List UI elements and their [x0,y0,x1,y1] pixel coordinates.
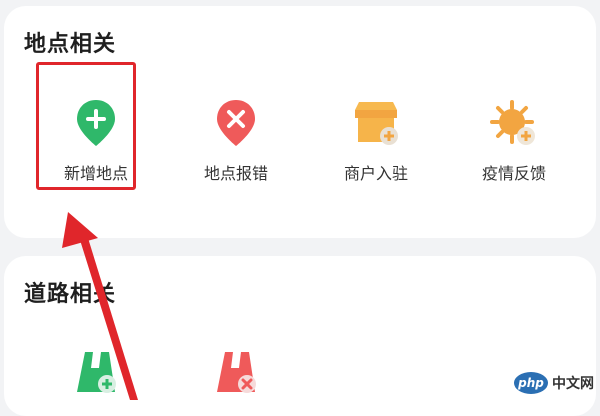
php-logo: php [514,372,548,394]
watermark-text: 中文网 [552,376,594,392]
watermark: php 中文网 [514,372,594,394]
annotation-arrow [62,212,138,400]
